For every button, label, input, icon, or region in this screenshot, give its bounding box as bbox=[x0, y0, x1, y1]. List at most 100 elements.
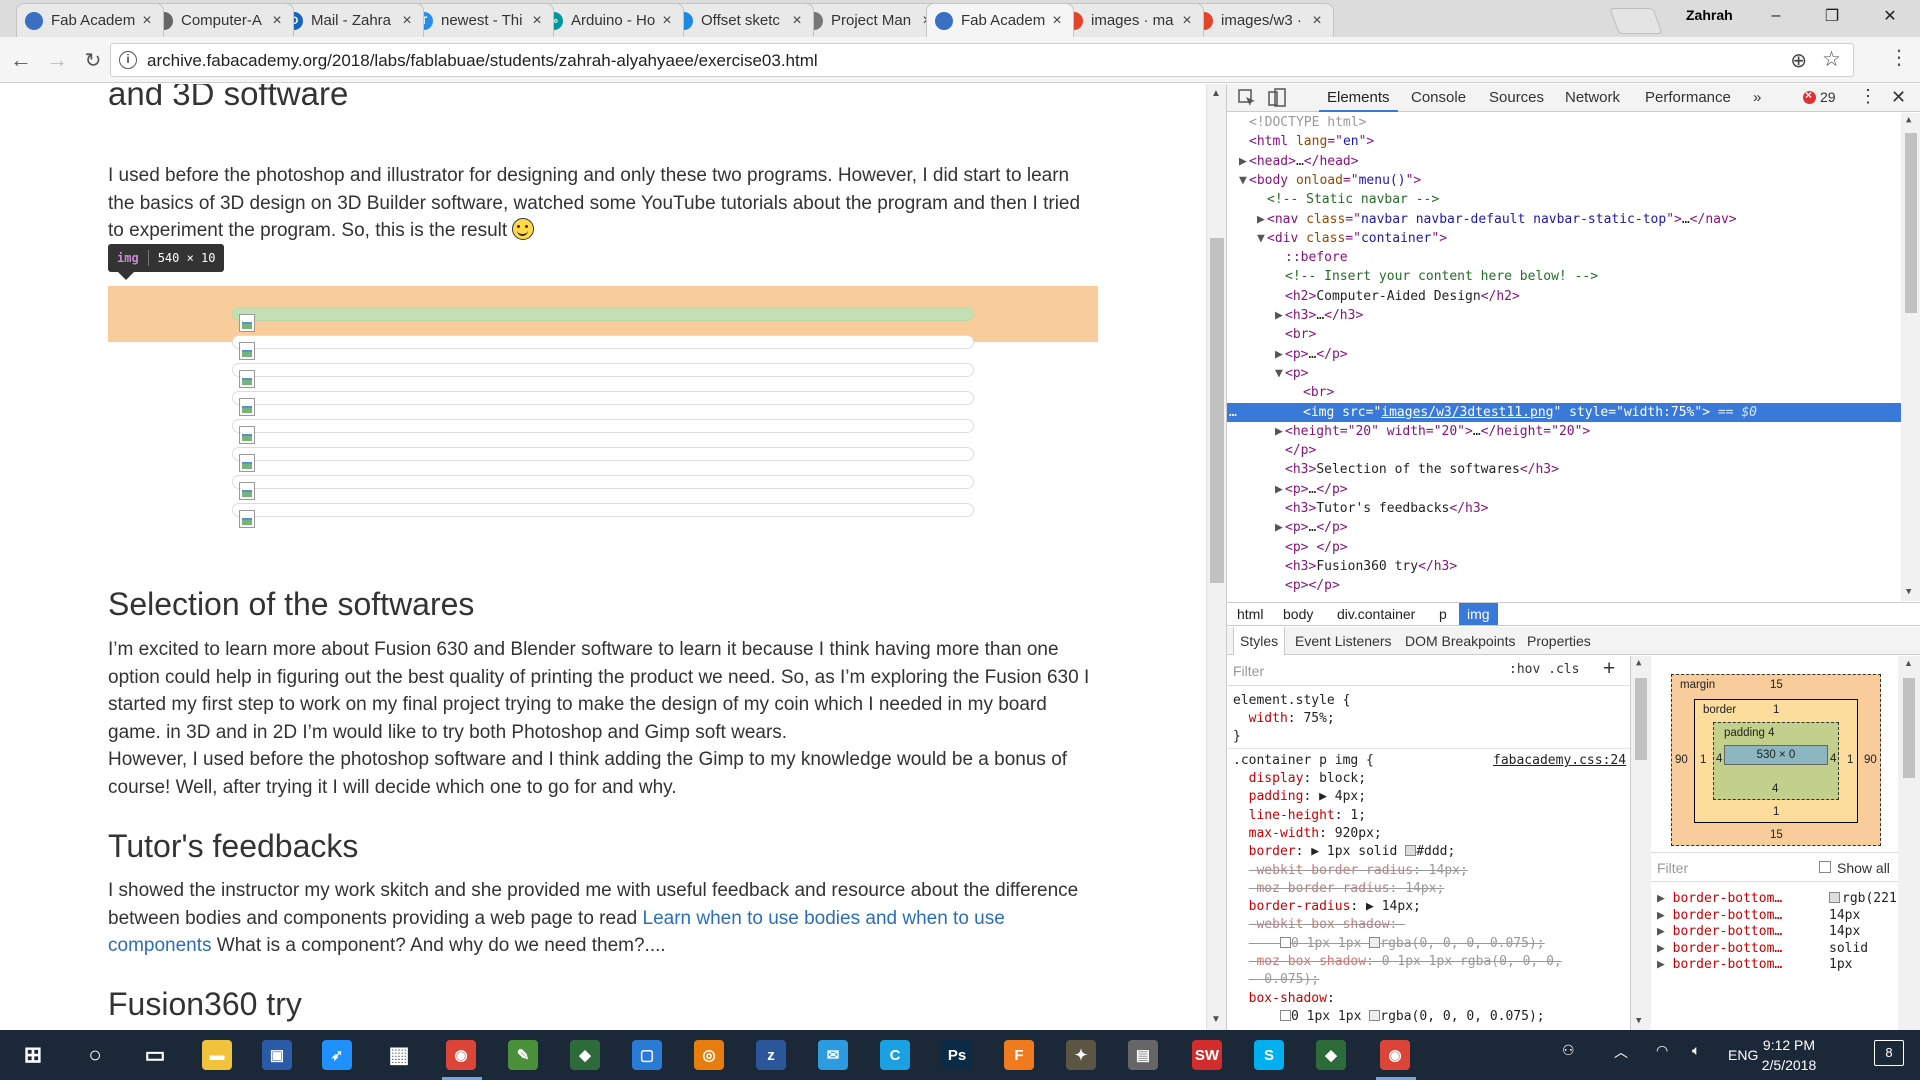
dom-node[interactable]: ▶ <p>…</p> bbox=[1227, 480, 1901, 499]
dom-node[interactable]: <br> bbox=[1227, 325, 1901, 344]
address-bar[interactable]: i archive.fabacademy.org/2018/labs/fabla… bbox=[110, 43, 1854, 77]
tab-close-icon[interactable]: × bbox=[1049, 12, 1065, 30]
subtab-dom-breakpoints[interactable]: DOM Breakpoints bbox=[1399, 627, 1521, 655]
dom-node[interactable]: ▼ <body onload="menu()"> bbox=[1227, 171, 1901, 190]
crumb-div-container[interactable]: div.container bbox=[1337, 606, 1415, 622]
subtab-properties[interactable]: Properties bbox=[1521, 627, 1597, 655]
new-tab-button[interactable] bbox=[1609, 8, 1663, 34]
css-property[interactable]: -webkit-border-radius: 14px; bbox=[1233, 862, 1468, 880]
tab-close-icon[interactable]: × bbox=[1309, 12, 1325, 30]
tab-close-icon[interactable]: × bbox=[659, 12, 675, 30]
styles-scrollbar[interactable]: ▲ ▼ bbox=[1631, 656, 1651, 1030]
css-property[interactable]: line-height: 1; bbox=[1233, 807, 1366, 825]
blender-icon[interactable]: ◎ bbox=[694, 1040, 724, 1070]
tab-close-icon[interactable]: × bbox=[789, 12, 805, 30]
subtab-styles[interactable]: Styles bbox=[1233, 627, 1286, 655]
store-icon[interactable]: ▣ bbox=[262, 1040, 292, 1070]
app-diamond-icon[interactable]: ◆ bbox=[570, 1040, 600, 1070]
browser-tab[interactable]: Computer-A × bbox=[146, 3, 294, 37]
dom-node[interactable]: <br> bbox=[1227, 383, 1901, 402]
computed-property[interactable]: ▶ border-bottom… solid bbox=[1657, 940, 1868, 958]
app-frame-icon[interactable]: ▢ bbox=[632, 1040, 662, 1070]
app-c-icon[interactable]: C bbox=[880, 1040, 910, 1070]
dom-node[interactable]: </p> bbox=[1227, 441, 1901, 460]
computed-property[interactable]: ▶ border-bottom… rgb(221 bbox=[1657, 890, 1897, 908]
dom-node[interactable]: <html lang="en"> bbox=[1227, 132, 1901, 151]
devtools-menu-icon[interactable]: ⋮ bbox=[1859, 86, 1877, 107]
photoshop-icon[interactable]: Ps bbox=[942, 1040, 972, 1070]
dom-node[interactable]: ▶ <nav class="navbar navbar-default navba… bbox=[1227, 210, 1901, 229]
dom-node[interactable]: ▶ <p>…</p> bbox=[1227, 345, 1901, 364]
browser-tab[interactable]: Project Man× bbox=[796, 3, 944, 37]
css-property[interactable]: 0 1px 1px rgba(0, 0, 0, 0.075); bbox=[1233, 935, 1545, 953]
url-text[interactable]: archive.fabacademy.org/2018/labs/fablabu… bbox=[147, 51, 818, 71]
gimp-icon[interactable]: ✦ bbox=[1066, 1040, 1096, 1070]
tab-elements[interactable]: Elements bbox=[1319, 89, 1398, 112]
device-toolbar-icon[interactable] bbox=[1267, 88, 1287, 108]
dom-node[interactable]: ▼ <p> bbox=[1227, 364, 1901, 383]
skype-icon[interactable]: S bbox=[1254, 1040, 1284, 1070]
chrome-icon[interactable]: ◉ bbox=[1380, 1040, 1410, 1070]
styles-filter[interactable]: Filter :hov .cls + bbox=[1227, 656, 1630, 686]
info-icon[interactable]: i bbox=[119, 51, 137, 69]
volume-icon[interactable]: 🔈︎ bbox=[1692, 1042, 1700, 1059]
browser-tab[interactable]: ∞ Arduino - Ho × bbox=[536, 3, 684, 37]
chrome-icon[interactable]: ◉ bbox=[446, 1040, 476, 1070]
fusion-icon[interactable]: F bbox=[1004, 1040, 1034, 1070]
computed-filter[interactable]: Filter Show all bbox=[1651, 852, 1920, 882]
subtab-event-listeners[interactable]: Event Listeners bbox=[1289, 627, 1398, 655]
dom-node[interactable]: ▶ <height="20" width="20">…</height="20"> bbox=[1227, 422, 1901, 441]
tab-sources[interactable]: Sources bbox=[1489, 89, 1544, 106]
crumb-img[interactable]: img bbox=[1459, 603, 1498, 625]
chrome-menu-icon[interactable]: ⋮ bbox=[1884, 45, 1914, 70]
css-property[interactable]: 0.075); bbox=[1233, 971, 1319, 989]
dom-node[interactable]: ▶ <p>…</p> bbox=[1227, 518, 1901, 537]
tray-chevron-icon[interactable]: ︿ bbox=[1614, 1042, 1628, 1062]
solidworks-icon[interactable]: SW bbox=[1192, 1040, 1222, 1070]
dom-node[interactable]: <h2>Computer-Aided Design</h2> bbox=[1227, 287, 1901, 306]
styles-scroll-thumb[interactable] bbox=[1635, 678, 1647, 760]
css-property[interactable]: -moz-border-radius: 14px; bbox=[1233, 880, 1445, 898]
new-rule-icon[interactable]: + bbox=[1603, 657, 1615, 681]
tab-close-icon[interactable]: × bbox=[399, 12, 415, 30]
css-property[interactable]: display: block; bbox=[1233, 770, 1366, 788]
css-property[interactable]: max-width: 920px; bbox=[1233, 825, 1382, 843]
crumb-p[interactable]: p bbox=[1439, 606, 1447, 622]
tab-close-icon[interactable]: × bbox=[529, 12, 545, 30]
notification-center-icon[interactable]: 8 bbox=[1874, 1040, 1904, 1066]
more-tabs-icon[interactable]: » bbox=[1753, 89, 1761, 106]
inspect-element-icon[interactable] bbox=[1237, 88, 1257, 108]
devtools-close-icon[interactable]: ✕ bbox=[1891, 87, 1906, 108]
dom-node-selected[interactable]: … <img src="images/w3/3dtest11.png" style… bbox=[1227, 402, 1901, 422]
dom-node[interactable]: ▶ <h3>…</h3> bbox=[1227, 306, 1901, 325]
reload-icon[interactable]: ↻ bbox=[78, 45, 108, 75]
dom-node[interactable]: ▼ <div class="container"> bbox=[1227, 229, 1901, 248]
css-property[interactable]: width: 75%; bbox=[1233, 710, 1335, 728]
css-property[interactable]: -webkit-box-shadow: bbox=[1233, 916, 1405, 934]
dom-scroll-thumb[interactable] bbox=[1905, 133, 1917, 313]
dom-node[interactable]: <h3>Selection of the softwares</h3> bbox=[1227, 460, 1901, 479]
search-icon[interactable]: ○ bbox=[80, 1040, 110, 1070]
tab-close-icon[interactable]: × bbox=[139, 12, 155, 30]
tab-network[interactable]: Network bbox=[1565, 89, 1620, 106]
tab-performance[interactable]: Performance bbox=[1645, 89, 1731, 106]
dom-scrollbar[interactable]: ▲ ▼ bbox=[1901, 113, 1920, 601]
crumb-body[interactable]: body bbox=[1283, 606, 1313, 622]
css-property[interactable]: padding: ▶ 4px; bbox=[1233, 788, 1366, 806]
notepad-icon[interactable]: ✎ bbox=[508, 1040, 538, 1070]
css-property[interactable]: box-shadow: bbox=[1233, 990, 1343, 1008]
app-z-icon[interactable]: z bbox=[756, 1040, 786, 1070]
back-arrow-icon[interactable]: ← bbox=[6, 45, 36, 75]
bookmark-star-icon[interactable]: ☆ bbox=[1822, 47, 1841, 72]
dom-node[interactable]: <p> </p> bbox=[1227, 538, 1901, 557]
tab-close-icon[interactable]: × bbox=[1179, 12, 1195, 30]
maximize-icon[interactable]: ❐ bbox=[1804, 0, 1860, 32]
windows-start-icon[interactable]: ⊞ bbox=[18, 1040, 48, 1070]
computed-scrollbar[interactable]: ▲ bbox=[1898, 656, 1920, 1030]
hov-cls-toggle[interactable]: :hov .cls bbox=[1509, 662, 1579, 677]
browser-tab[interactable]: Tnewest - Thi× bbox=[406, 3, 554, 37]
browser-tab[interactable]: images · ma × bbox=[1056, 3, 1204, 37]
app-blue-icon[interactable]: ➶ bbox=[322, 1040, 352, 1070]
dom-node[interactable]: <!DOCTYPE html> bbox=[1227, 113, 1901, 132]
element-style-selector[interactable]: element.style { bbox=[1233, 692, 1350, 710]
